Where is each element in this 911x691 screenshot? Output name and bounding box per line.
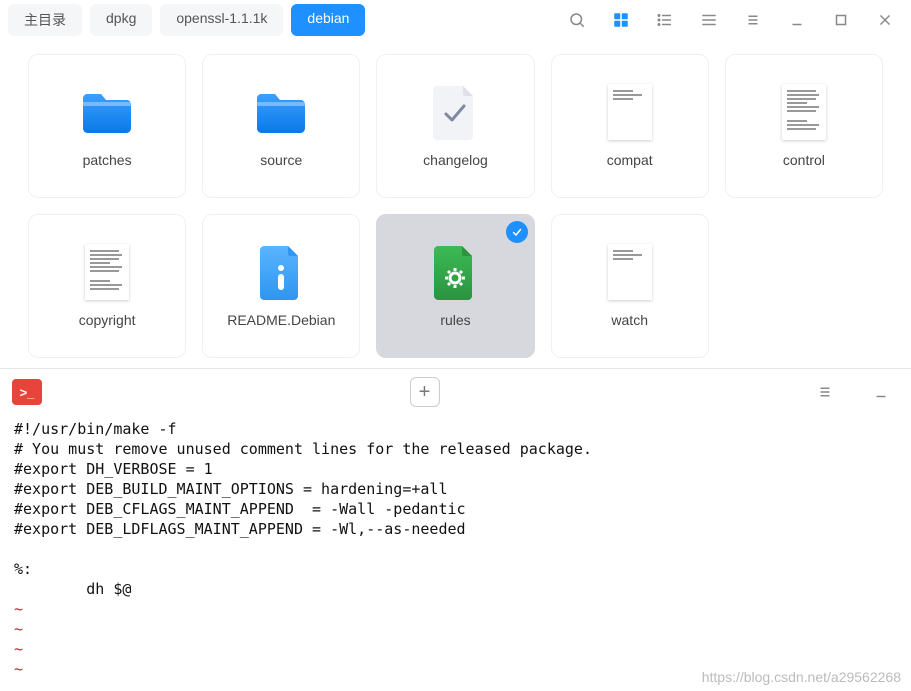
file-label: copyright [79,312,136,328]
breadcrumb-item-0[interactable]: 主目录 [8,4,82,36]
breadcrumb: 主目录dpkgopenssl-1.1.1kdebian [8,4,365,36]
file-item-source[interactable]: source [202,54,360,198]
breadcrumb-item-1[interactable]: dpkg [90,4,152,36]
file-item-patches[interactable]: patches [28,54,186,198]
list-view-icon[interactable] [647,6,683,34]
file-item-compat[interactable]: compat [551,54,709,198]
file-item-control[interactable]: control [725,54,883,198]
breadcrumb-item-3[interactable]: debian [291,4,365,36]
file-label: source [260,152,302,168]
doc-sparse-icon [602,84,658,140]
file-item-watch[interactable]: watch [551,214,709,358]
file-item-readme-debian[interactable]: README.Debian [202,214,360,358]
minimize-icon[interactable] [779,6,815,34]
terminal-minimize-icon[interactable] [863,378,899,406]
terminal-panel: >_ + #!/usr/bin/make -f # You must remov… [0,368,911,683]
check-icon [427,84,483,140]
folder-icon [79,84,135,140]
search-icon[interactable] [559,6,595,34]
selected-badge [506,221,528,243]
file-label: compat [607,152,653,168]
terminal-app-icon: >_ [12,379,42,405]
file-label: patches [83,152,132,168]
file-label: README.Debian [227,312,335,328]
folder-icon [253,84,309,140]
file-area: patches source changelog compat control copyr… [0,40,911,368]
grid-view-icon[interactable] [603,6,639,34]
file-label: rules [440,312,470,328]
doc-sparse-icon [602,244,658,300]
watermark: https://blog.csdn.net/a29562268 [702,669,901,685]
doc-icon [776,84,832,140]
terminal-tabbar: >_ + [0,369,911,415]
new-tab-button[interactable]: + [410,377,440,407]
file-label: control [783,152,825,168]
toolbar: 主目录dpkgopenssl-1.1.1kdebian [0,0,911,40]
doc-icon [79,244,135,300]
file-grid: patches source changelog compat control copyr… [28,54,883,358]
gear-icon [427,244,483,300]
terminal-menu-icon[interactable] [807,378,843,406]
file-item-rules[interactable]: rules [376,214,534,358]
file-label: watch [611,312,648,328]
terminal-content[interactable]: #!/usr/bin/make -f # You must remove unu… [0,415,911,683]
file-item-copyright[interactable]: copyright [28,214,186,358]
breadcrumb-item-2[interactable]: openssl-1.1.1k [160,4,283,36]
info-icon [253,244,309,300]
file-item-changelog[interactable]: changelog [376,54,534,198]
close-icon[interactable] [867,6,903,34]
menu-icon[interactable] [735,6,771,34]
file-label: changelog [423,152,488,168]
maximize-icon[interactable] [823,6,859,34]
detail-view-icon[interactable] [691,6,727,34]
